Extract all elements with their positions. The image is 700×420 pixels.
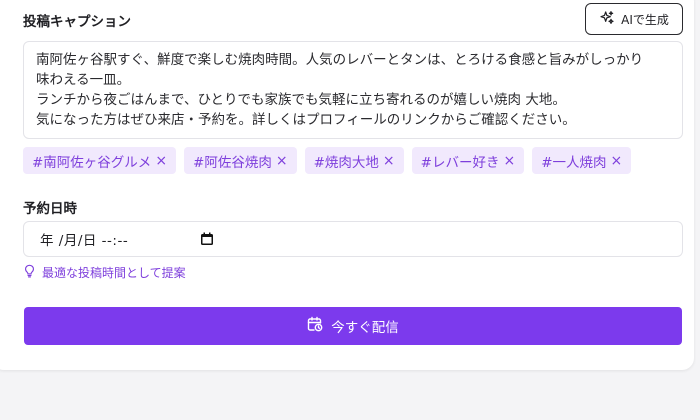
hashtag-list: #南阿佐ヶ谷グルメ × #阿佐谷焼肉 × #焼肉大地 × #レバー好き × #一… xyxy=(23,147,632,174)
ai-generate-label: AIで生成 xyxy=(621,12,669,27)
hashtag-label: #レバー好き xyxy=(420,154,500,171)
suggest-time-link[interactable]: 最適な投稿時間として提案 xyxy=(23,264,186,281)
publish-now-label: 今すぐ配信 xyxy=(331,320,399,336)
publish-now-button[interactable]: 今すぐ配信 xyxy=(24,307,682,345)
remove-tag-icon[interactable]: × xyxy=(503,153,515,169)
datetime-placeholder: 年 /月/日 --:-- xyxy=(40,233,129,249)
ai-generate-button[interactable]: AIで生成 xyxy=(585,3,683,35)
schedule-datetime-input[interactable]: 年 /月/日 --:-- xyxy=(23,221,683,257)
hashtag-chip[interactable]: #一人焼肉 × xyxy=(532,147,632,174)
hashtag-chip[interactable]: #阿佐谷焼肉 × xyxy=(184,147,297,174)
remove-tag-icon[interactable]: × xyxy=(155,153,167,169)
remove-tag-icon[interactable]: × xyxy=(276,153,288,169)
hashtag-label: #南阿佐ヶ谷グルメ xyxy=(32,154,152,171)
lightbulb-icon xyxy=(23,264,36,281)
hashtag-label: #阿佐谷焼肉 xyxy=(193,154,272,171)
caption-label: 投稿キャプション xyxy=(23,14,131,30)
hashtag-label: #一人焼肉 xyxy=(541,154,607,171)
hashtag-label: #焼肉大地 xyxy=(313,154,379,171)
suggest-time-label: 最適な投稿時間として提案 xyxy=(42,266,186,280)
schedule-label: 予約日時 xyxy=(23,201,77,217)
calendar-clock-icon xyxy=(307,316,323,336)
hashtag-chip[interactable]: #レバー好き × xyxy=(411,147,525,174)
hashtag-chip[interactable]: #南阿佐ヶ谷グルメ × xyxy=(23,147,177,174)
sparkles-icon xyxy=(599,10,615,29)
caption-textarea[interactable]: 南阿佐ヶ谷駅すぐ、鮮度で楽しむ焼肉時間。人気のレバーとタンは、とろける食感と旨み… xyxy=(23,41,683,139)
remove-tag-icon[interactable]: × xyxy=(611,153,623,169)
remove-tag-icon[interactable]: × xyxy=(383,153,395,169)
calendar-icon[interactable] xyxy=(200,232,214,246)
hashtag-chip[interactable]: #焼肉大地 × xyxy=(304,147,404,174)
